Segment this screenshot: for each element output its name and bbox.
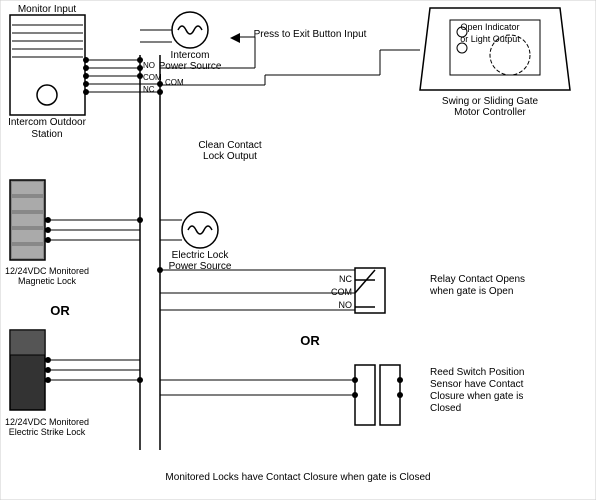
svg-text:Magnetic Lock: Magnetic Lock	[18, 276, 77, 286]
svg-text:12/24VDC Monitored: 12/24VDC Monitored	[5, 417, 89, 427]
svg-text:COM: COM	[331, 287, 352, 297]
svg-text:Power Source: Power Source	[159, 61, 222, 72]
svg-text:Station: Station	[31, 129, 62, 140]
svg-text:OR: OR	[300, 333, 320, 348]
svg-text:Sensor have Contact: Sensor have Contact	[430, 379, 524, 390]
svg-text:NC: NC	[339, 274, 352, 284]
svg-text:Reed Switch Position: Reed Switch Position	[430, 367, 525, 378]
wiring-diagram: Monitor Input Intercom Outdoor Station I…	[0, 0, 596, 500]
svg-text:Clean Contact: Clean Contact	[198, 140, 262, 151]
svg-text:Monitored Locks have Contact C: Monitored Locks have Contact Closure whe…	[165, 472, 430, 483]
svg-text:Intercom Outdoor: Intercom Outdoor	[8, 117, 86, 128]
svg-text:NO: NO	[143, 61, 155, 70]
svg-text:Motor Controller: Motor Controller	[454, 107, 526, 118]
svg-text:Press to Exit Button Input: Press to Exit Button Input	[254, 29, 367, 40]
svg-text:COM: COM	[143, 73, 162, 82]
svg-text:COM: COM	[165, 78, 184, 87]
svg-text:Monitor Input: Monitor Input	[18, 4, 77, 15]
svg-text:Electric Strike Lock: Electric Strike Lock	[9, 427, 86, 437]
svg-text:12/24VDC Monitored: 12/24VDC Monitored	[5, 266, 89, 276]
svg-text:NC: NC	[143, 85, 155, 94]
svg-text:Intercom: Intercom	[171, 50, 210, 61]
svg-text:OR: OR	[50, 303, 70, 318]
svg-text:or Light Output: or Light Output	[460, 34, 520, 44]
svg-text:Electric Lock: Electric Lock	[172, 250, 230, 261]
svg-text:Lock Output: Lock Output	[203, 151, 257, 162]
svg-text:Open Indicator: Open Indicator	[460, 22, 519, 32]
svg-text:NO: NO	[339, 300, 353, 310]
svg-text:when gate is Open: when gate is Open	[429, 286, 513, 297]
svg-text:Swing or Sliding Gate: Swing or Sliding Gate	[442, 96, 539, 107]
svg-text:Closure when gate is: Closure when gate is	[430, 391, 523, 402]
svg-text:Closed: Closed	[430, 403, 461, 414]
svg-text:Relay Contact Opens: Relay Contact Opens	[430, 274, 525, 285]
